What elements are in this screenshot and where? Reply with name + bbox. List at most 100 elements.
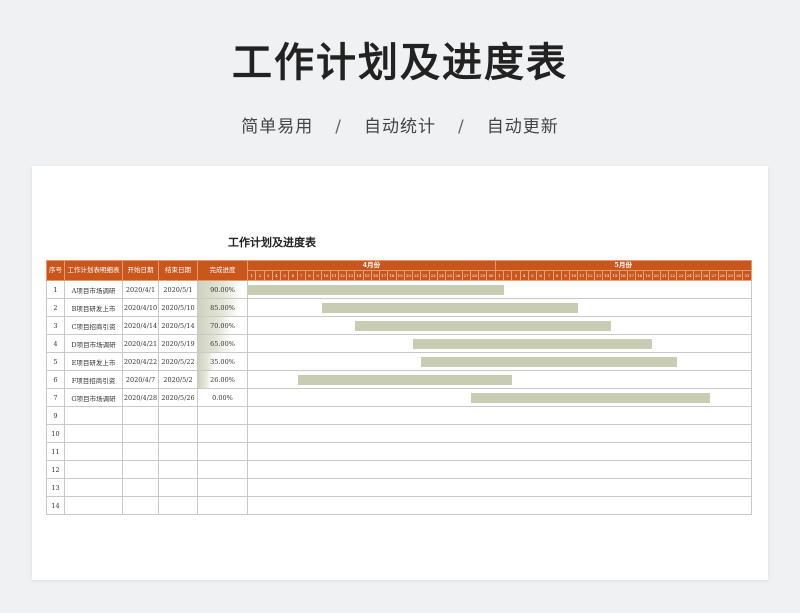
cell-end[interactable] bbox=[158, 478, 198, 497]
cell-task[interactable]: C项目招商引资 bbox=[64, 316, 123, 335]
page-title: 工作计划及进度表 bbox=[232, 40, 568, 86]
day-header: 24 bbox=[436, 270, 447, 281]
cell-task[interactable] bbox=[64, 460, 123, 479]
gantt-timeline bbox=[247, 280, 752, 299]
cell-end[interactable] bbox=[158, 442, 198, 461]
cell-progress[interactable] bbox=[197, 406, 248, 425]
gantt-timeline bbox=[247, 334, 752, 353]
day-header: 21 bbox=[411, 270, 422, 281]
cell-start[interactable] bbox=[122, 424, 159, 443]
day-header: 15 bbox=[610, 270, 620, 281]
cell-progress[interactable]: 65.00% bbox=[197, 334, 248, 353]
cell-task[interactable] bbox=[64, 478, 123, 497]
col-header-end: 结束日期 bbox=[158, 260, 198, 281]
cell-start[interactable] bbox=[122, 496, 159, 515]
cell-end[interactable] bbox=[158, 460, 198, 479]
cell-no[interactable]: 7 bbox=[46, 388, 65, 407]
cell-no[interactable]: 12 bbox=[46, 460, 65, 479]
cell-start[interactable]: 2020/4/14 bbox=[122, 316, 159, 335]
cell-no[interactable]: 2 bbox=[46, 298, 65, 317]
cell-start[interactable]: 2020/4/22 bbox=[122, 352, 159, 371]
table-row: 2 B项目研发上市 2020/4/10 2020/5/10 85.00% bbox=[46, 298, 752, 317]
cell-end[interactable] bbox=[158, 406, 198, 425]
day-header: 26 bbox=[700, 270, 711, 281]
cell-end[interactable]: 2020/5/10 bbox=[158, 298, 198, 317]
cell-task[interactable]: A项目市场调研 bbox=[64, 280, 123, 299]
cell-task[interactable]: D项目市场调研 bbox=[64, 334, 123, 353]
cell-start[interactable]: 2020/4/7 bbox=[122, 370, 159, 389]
day-header: 6 bbox=[535, 270, 546, 281]
day-header: 15 bbox=[362, 270, 372, 281]
cell-start[interactable] bbox=[122, 406, 159, 425]
cell-task[interactable]: G项目市场调研 bbox=[64, 388, 123, 407]
cell-progress[interactable]: 35.00% bbox=[197, 352, 248, 371]
feature-auto-stats: 自动统计 bbox=[364, 117, 436, 137]
cell-progress[interactable]: 26.00% bbox=[197, 370, 248, 389]
cell-no[interactable]: 11 bbox=[46, 442, 65, 461]
gantt-timeline bbox=[247, 316, 752, 335]
table-row: 12 bbox=[46, 460, 752, 479]
cell-task[interactable]: B项目研发上市 bbox=[64, 298, 123, 317]
cell-task[interactable] bbox=[64, 424, 123, 443]
gantt-bar bbox=[248, 285, 504, 295]
cell-progress[interactable] bbox=[197, 424, 248, 443]
cell-start[interactable] bbox=[122, 460, 159, 479]
cell-no[interactable]: 9 bbox=[46, 406, 65, 425]
table-row: 9 bbox=[46, 406, 752, 425]
cell-end[interactable] bbox=[158, 496, 198, 515]
cell-end[interactable]: 2020/5/26 bbox=[158, 388, 198, 407]
cell-start[interactable] bbox=[122, 478, 159, 497]
cell-progress[interactable]: 0.00% bbox=[197, 388, 248, 407]
cell-start[interactable]: 2020/4/21 bbox=[122, 334, 159, 353]
day-header: 2 bbox=[502, 270, 513, 281]
day-header: 10 bbox=[321, 270, 331, 281]
cell-end[interactable]: 2020/5/14 bbox=[158, 316, 198, 335]
cell-progress[interactable]: 90.00% bbox=[197, 280, 248, 299]
cell-progress[interactable] bbox=[197, 442, 248, 461]
cell-task[interactable]: F项目招商引资 bbox=[64, 370, 123, 389]
cell-no[interactable]: 3 bbox=[46, 316, 65, 335]
cell-end[interactable]: 2020/5/1 bbox=[158, 280, 198, 299]
cell-start[interactable]: 2020/4/1 bbox=[122, 280, 159, 299]
cell-no[interactable]: 5 bbox=[46, 352, 65, 371]
cell-progress[interactable]: 85.00% bbox=[197, 298, 248, 317]
cell-end[interactable] bbox=[158, 424, 198, 443]
cell-end[interactable]: 2020/5/2 bbox=[158, 370, 198, 389]
cell-no[interactable]: 14 bbox=[46, 496, 65, 515]
cell-no[interactable]: 4 bbox=[46, 334, 65, 353]
cell-start[interactable] bbox=[122, 442, 159, 461]
gantt-bar bbox=[413, 339, 653, 349]
cell-progress[interactable]: 70.00% bbox=[197, 316, 248, 335]
month-header: 4月份 bbox=[247, 260, 496, 271]
cell-progress[interactable] bbox=[197, 460, 248, 479]
day-header: 30 bbox=[486, 270, 496, 281]
gantt-bar bbox=[322, 303, 578, 313]
cell-task[interactable] bbox=[64, 442, 123, 461]
day-header: 13 bbox=[345, 270, 356, 281]
cell-progress[interactable] bbox=[197, 496, 248, 515]
gantt-bar bbox=[355, 321, 611, 331]
cell-end[interactable]: 2020/5/22 bbox=[158, 352, 198, 371]
cell-no[interactable]: 10 bbox=[46, 424, 65, 443]
day-header: 22 bbox=[420, 270, 430, 281]
day-header: 8 bbox=[552, 270, 562, 281]
cell-start[interactable]: 2020/4/10 bbox=[122, 298, 159, 317]
cell-progress[interactable] bbox=[197, 478, 248, 497]
cell-task[interactable]: E项目研发上市 bbox=[64, 352, 123, 371]
progress-text: 65.00% bbox=[210, 339, 235, 348]
cell-no[interactable]: 13 bbox=[46, 478, 65, 497]
day-header: 7 bbox=[296, 270, 306, 281]
gantt-timeline bbox=[247, 442, 752, 461]
day-header: 1 bbox=[494, 270, 505, 281]
cell-no[interactable]: 6 bbox=[46, 370, 65, 389]
table-row: 13 bbox=[46, 478, 752, 497]
day-header: 24 bbox=[684, 270, 694, 281]
progress-fill bbox=[198, 371, 211, 388]
gantt-timeline bbox=[247, 424, 752, 443]
cell-start[interactable]: 2020/4/28 bbox=[122, 388, 159, 407]
cell-task[interactable] bbox=[64, 496, 123, 515]
cell-no[interactable]: 1 bbox=[46, 280, 65, 299]
cell-task[interactable] bbox=[64, 406, 123, 425]
cell-end[interactable]: 2020/5/19 bbox=[158, 334, 198, 353]
separator: / bbox=[458, 117, 465, 137]
